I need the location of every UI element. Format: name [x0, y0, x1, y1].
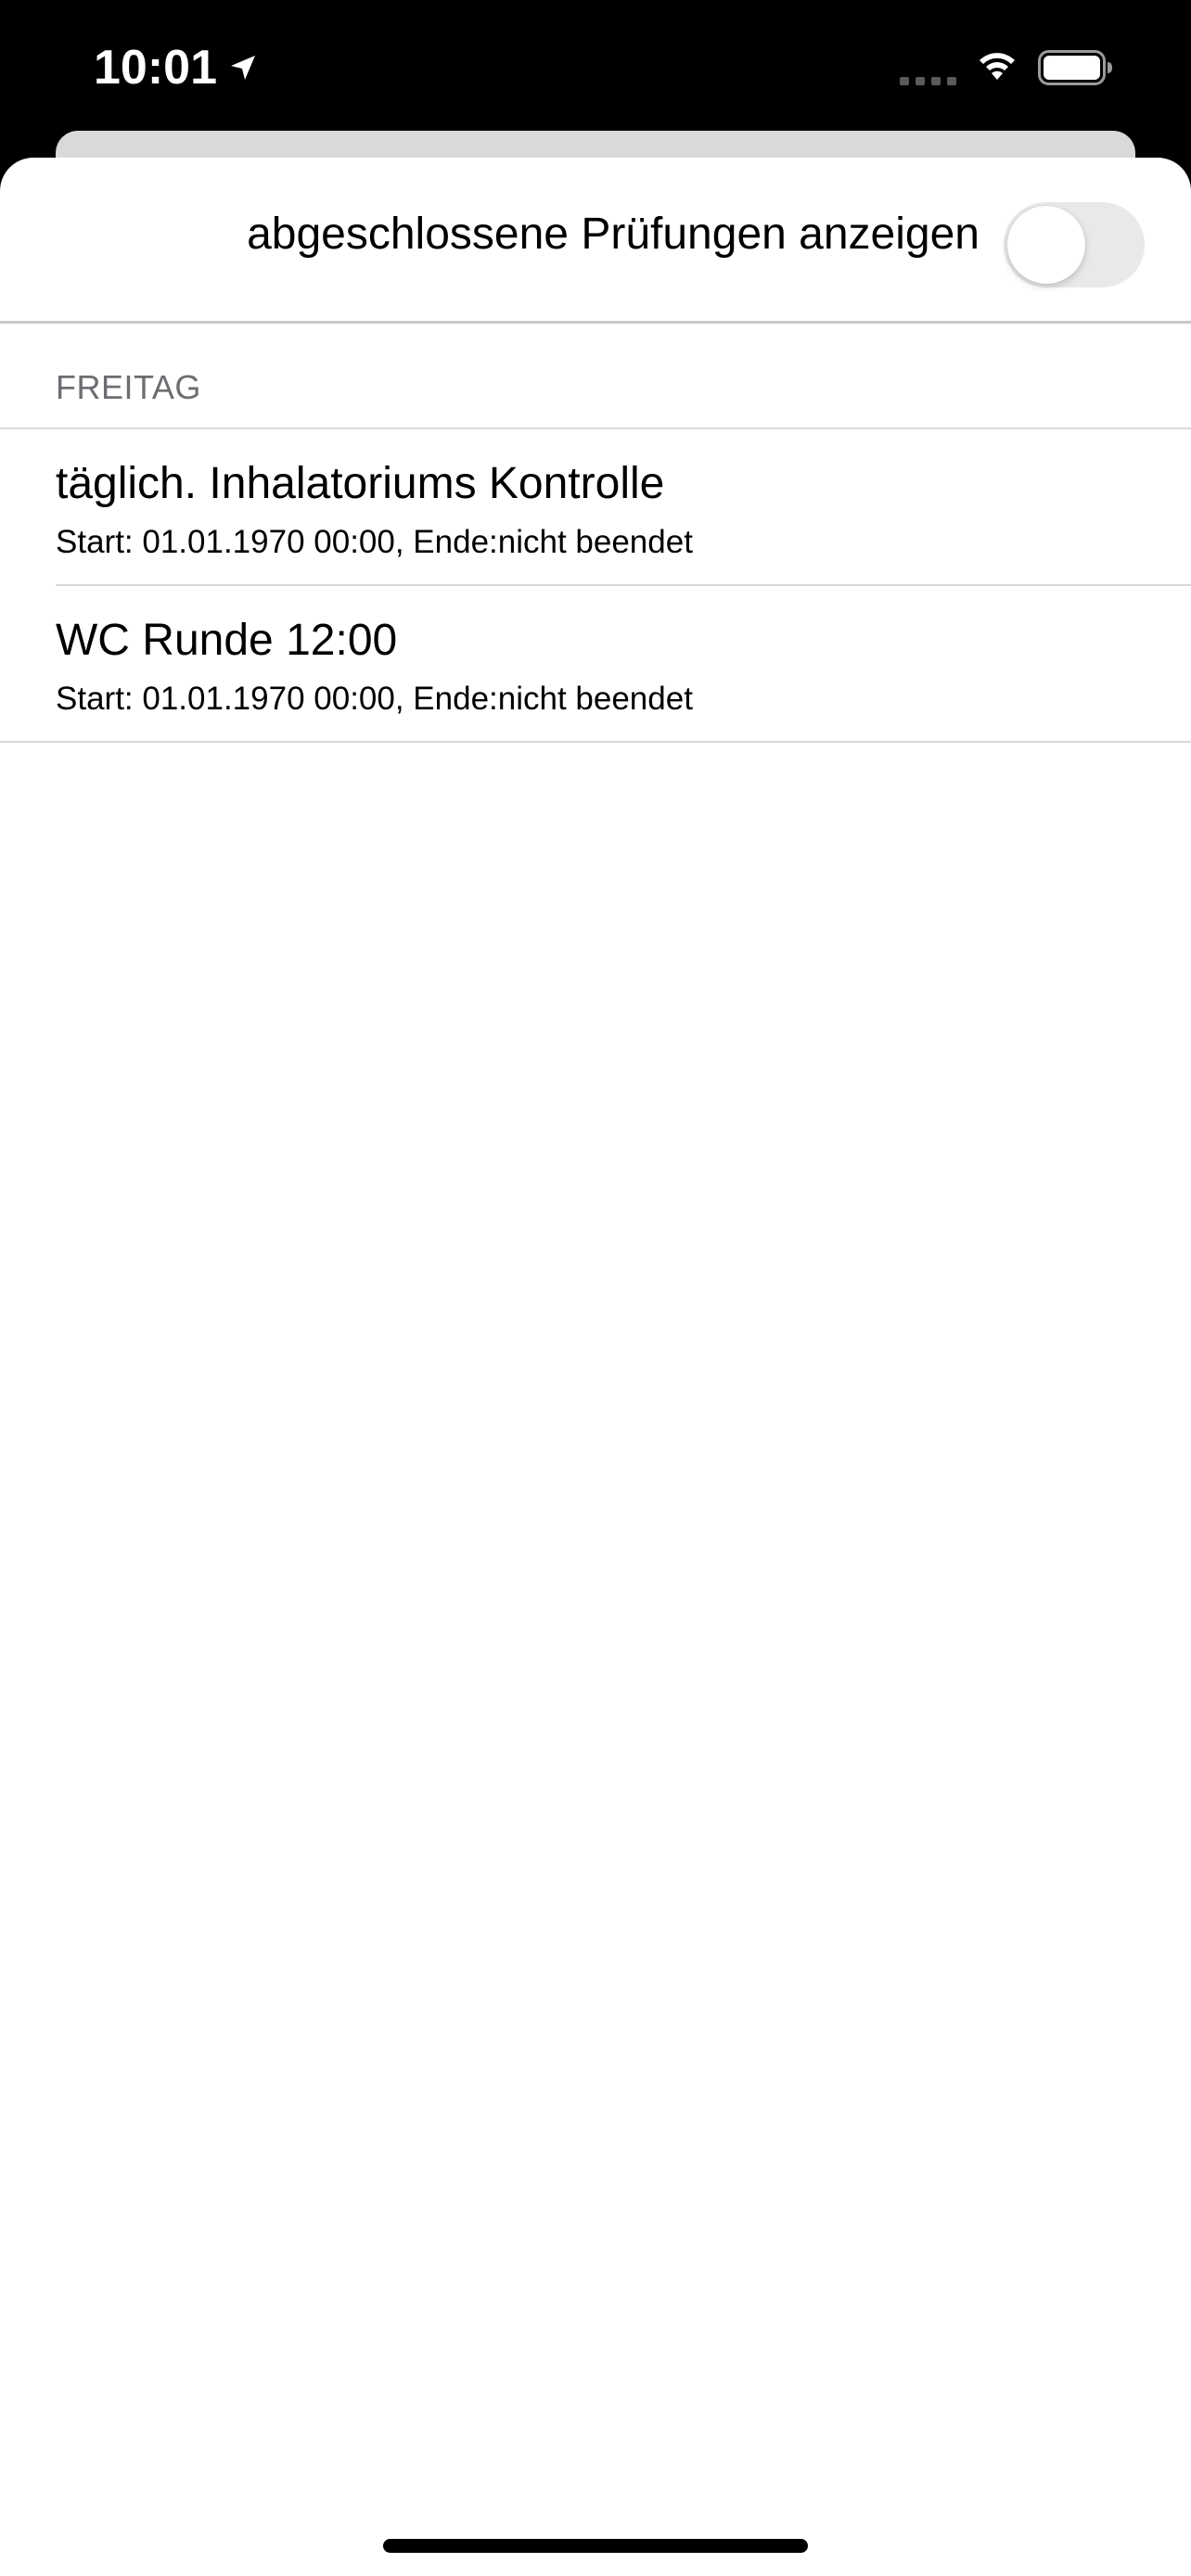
wifi-icon	[980, 53, 1015, 80]
item-subtitle: Start: 01.01.1970 00:00, Ende:nicht been…	[56, 681, 693, 717]
item-title: WC Runde 12:00	[56, 616, 398, 665]
list-item[interactable]: täglich. Inhalatoriums Kontrolle Start: …	[0, 429, 1191, 586]
show-completed-toggle-row: abgeschlossene Prüfungen anzeigen	[0, 158, 1191, 324]
home-indicator[interactable]	[383, 2539, 808, 2553]
row-divider	[0, 741, 1191, 743]
inspection-list: täglich. Inhalatoriums Kontrolle Start: …	[0, 427, 1191, 743]
status-time-group: 10:01	[94, 35, 258, 100]
show-completed-switch[interactable]	[1004, 202, 1145, 287]
modal-sheet: abgeschlossene Prüfungen anzeigen FREITA…	[0, 158, 1191, 2576]
show-completed-label: abgeschlossene Prüfungen anzeigen	[247, 210, 980, 259]
list-item[interactable]: WC Runde 12:00 Start: 01.01.1970 00:00, …	[0, 586, 1191, 743]
cellular-signal-icon	[900, 77, 956, 85]
battery-icon	[1038, 50, 1112, 85]
switch-knob	[1007, 206, 1085, 284]
status-time: 10:01	[94, 41, 217, 95]
location-arrow-icon	[231, 56, 255, 80]
section-header: FREITAG	[56, 368, 201, 406]
item-subtitle: Start: 01.01.1970 00:00, Ende:nicht been…	[56, 524, 693, 560]
item-title: täglich. Inhalatoriums Kontrolle	[56, 459, 665, 508]
status-bar: 10:01	[0, 0, 1191, 130]
